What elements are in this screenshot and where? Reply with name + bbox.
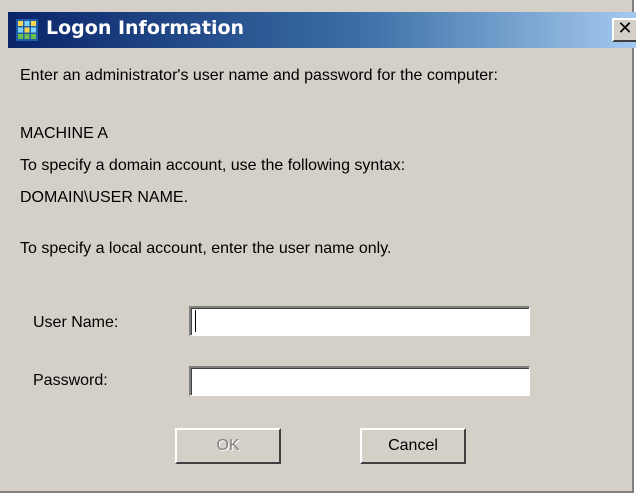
- ok-button[interactable]: OK: [175, 428, 281, 464]
- app-grid-icon: [16, 19, 38, 41]
- cancel-button[interactable]: Cancel: [360, 428, 466, 464]
- domain-syntax: DOMAIN\USER NAME.: [20, 189, 189, 206]
- username-input[interactable]: [189, 306, 530, 336]
- logon-dialog: Logon Information ✕ Enter an administrat…: [0, 0, 636, 493]
- password-label: Password:: [33, 372, 108, 389]
- title-bar[interactable]: Logon Information ✕: [8, 12, 636, 48]
- intro-text: Enter an administrator's user name and p…: [20, 67, 498, 84]
- close-icon: ✕: [617, 18, 633, 39]
- dialog-title: Logon Information: [46, 17, 245, 39]
- close-button[interactable]: ✕: [612, 18, 636, 42]
- domain-hint: To specify a domain account, use the fol…: [20, 157, 406, 174]
- local-hint: To specify a local account, enter the us…: [20, 240, 392, 257]
- password-input[interactable]: [189, 366, 530, 396]
- machine-name: MACHINE A: [20, 125, 109, 142]
- text-caret: [195, 310, 196, 332]
- username-label: User Name:: [33, 314, 119, 331]
